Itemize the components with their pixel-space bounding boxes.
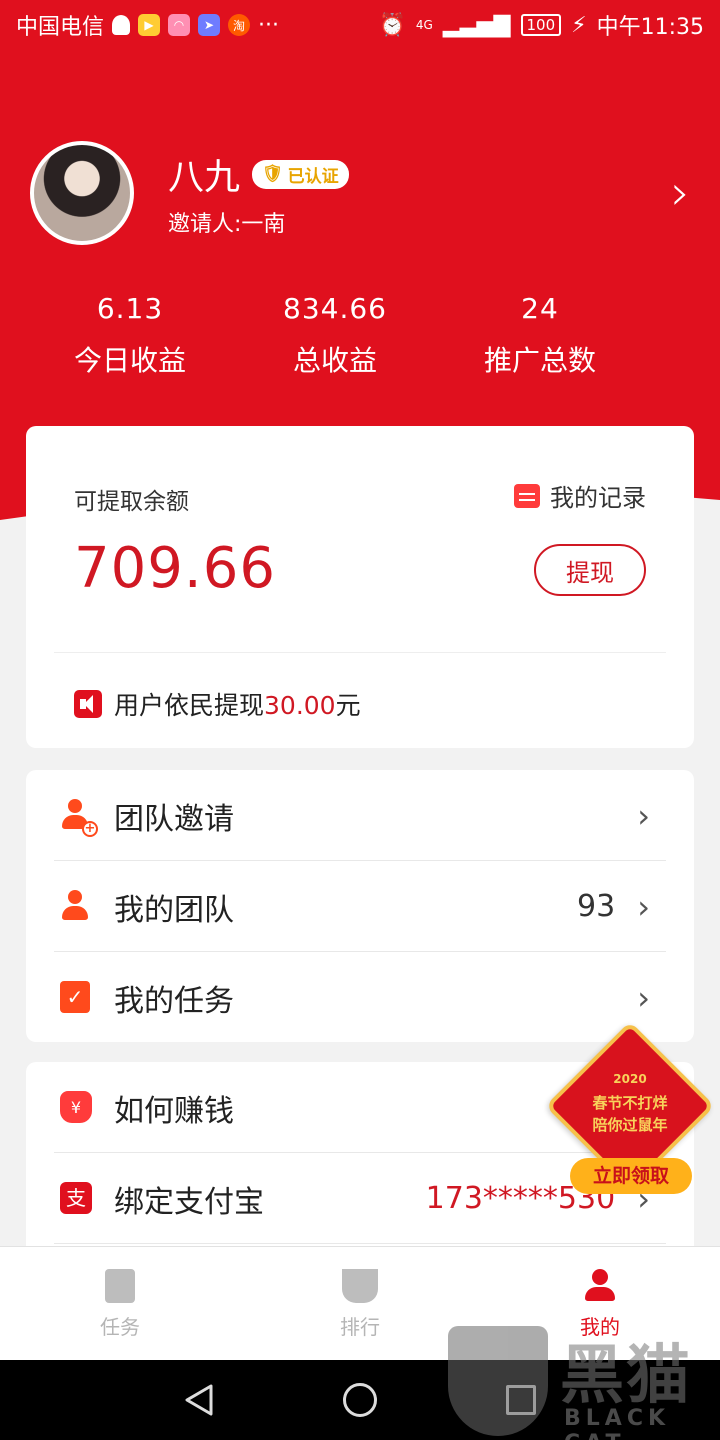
promo-slogan: 春节不打烊 陪你过鼠年 <box>560 1092 700 1136</box>
tab-ranking[interactable]: 排行 <box>240 1247 480 1360</box>
team-count: 93 <box>577 889 616 924</box>
shield-icon: 🛡 <box>262 164 284 184</box>
watermark-title: 黑猫 <box>560 1339 692 1413</box>
chevron-right-icon: › <box>637 978 650 1017</box>
divider <box>54 1243 666 1244</box>
carrier-label: 中国电信 <box>16 15 105 40</box>
stat-promotion-count[interactable]: 24 推广总数 <box>440 292 640 379</box>
stat-label: 总收益 <box>292 344 377 377</box>
notice-unit: 元 <box>335 691 361 720</box>
clock: 中午11:35 <box>596 15 704 40</box>
menu-item-label: 团队邀请 <box>114 801 234 837</box>
my-records-label: 我的记录 <box>550 484 646 512</box>
avatar[interactable] <box>30 141 134 245</box>
verified-badge: 🛡 已认证 <box>252 159 349 189</box>
balance-amount: 709.66 <box>74 536 276 601</box>
charging-icon: ⚡ <box>571 12 587 38</box>
verified-badge-label: 已认证 <box>287 166 339 187</box>
user-icon <box>585 1269 615 1303</box>
withdraw-button[interactable]: 提现 <box>534 544 646 596</box>
menu-group-team: + 团队邀请 › 我的团队 93 › ✓ 我的任务 › <box>26 770 694 1042</box>
tab-label: 任务 <box>100 1315 140 1339</box>
menu-item-my-team[interactable]: 我的团队 93 › <box>26 861 694 952</box>
black-cat-watermark: 黑猫 BLACK CAT <box>448 1322 720 1440</box>
menu-item-label: 我的任务 <box>114 983 234 1019</box>
inviter-label: 邀请人:一南 <box>168 212 286 237</box>
menu-item-label: 如何赚钱 <box>114 1093 234 1129</box>
profile-summary[interactable]: 八九 🛡 已认证 邀请人:一南 › <box>30 138 690 248</box>
add-user-icon: + <box>60 798 98 837</box>
stat-value: 6.13 <box>96 292 164 325</box>
balance-card: 可提取余额 我的记录 709.66 提现 用户依民提现30.00元 <box>26 426 694 748</box>
spring-festival-promo[interactable]: 2020 春节不打烊 陪你过鼠年 立即领取 <box>545 1021 715 1200</box>
battery-indicator: 100 <box>520 14 562 36</box>
more-notifications-icon: ··· <box>258 12 279 38</box>
user-name: 八九 <box>168 157 241 198</box>
stat-today-earnings[interactable]: 6.13 今日收益 <box>30 292 230 379</box>
alarm-icon: ⏰ <box>378 12 406 38</box>
menu-item-label: 我的团队 <box>114 892 234 928</box>
money-bag-icon: ¥ <box>60 1090 94 1125</box>
profile-info: 八九 🛡 已认证 邀请人:一南 <box>168 148 349 238</box>
chevron-right-icon: › <box>637 796 650 835</box>
menu-item-label: 绑定支付宝 <box>114 1184 264 1220</box>
claim-now-button[interactable]: 立即领取 <box>570 1158 692 1194</box>
qq-icon <box>112 15 131 35</box>
menu-item-team-invite[interactable]: + 团队邀请 › <box>26 770 694 861</box>
tab-label: 排行 <box>340 1315 380 1339</box>
taobao-icon: 淘 <box>228 14 251 36</box>
back-icon[interactable] <box>184 1383 214 1417</box>
user-icon <box>60 889 94 924</box>
menu-item-my-tasks[interactable]: ✓ 我的任务 › <box>26 952 694 1043</box>
cat-logo-icon <box>448 1326 548 1436</box>
earnings-stats: 6.13 今日收益 834.66 总收益 24 推广总数 <box>0 292 720 379</box>
divider <box>54 652 666 653</box>
status-bar: 中国电信 ▶ ◠ ➤ 淘 ··· ⏰ 4G ▂▃▅▇ 100 ⚡ 中午11:35 <box>0 0 720 50</box>
video-app-icon: ▶ <box>138 14 161 36</box>
bilibili-icon: ◠ <box>168 14 191 36</box>
chevron-right-icon: › <box>637 887 650 926</box>
promo-line: 陪你过鼠年 <box>592 1116 668 1134</box>
stat-value: 24 <box>521 292 559 325</box>
withdraw-notice: 用户依民提现30.00元 <box>74 686 361 722</box>
send-app-icon: ➤ <box>198 14 221 36</box>
trophy-icon <box>342 1269 378 1303</box>
clipboard-icon <box>105 1269 135 1303</box>
speaker-icon <box>74 690 102 718</box>
stat-value: 834.66 <box>283 292 387 325</box>
calendar-icon <box>514 483 540 508</box>
network-label: 4G <box>415 18 433 32</box>
notice-text: 用户依民提现 <box>114 691 265 720</box>
signal-icon: ▂▃▅▇ <box>442 12 511 38</box>
stat-label: 推广总数 <box>483 344 596 377</box>
watermark-subtitle: BLACK CAT <box>564 1406 671 1440</box>
stat-total-earnings[interactable]: 834.66 总收益 <box>230 292 440 379</box>
alipay-icon: 支 <box>60 1181 94 1216</box>
tab-tasks[interactable]: 任务 <box>0 1247 240 1360</box>
notice-amount: 30.00 <box>264 691 336 720</box>
chevron-right-icon[interactable]: › <box>671 165 690 221</box>
promo-year: 2020 <box>613 1072 647 1086</box>
balance-label: 可提取余额 <box>74 489 189 515</box>
my-records-link[interactable]: 我的记录 <box>514 478 646 513</box>
task-clipboard-icon: ✓ <box>60 980 94 1015</box>
stat-label: 今日收益 <box>73 344 186 377</box>
home-icon[interactable] <box>342 1383 377 1417</box>
promo-line: 春节不打烊 <box>592 1094 668 1112</box>
